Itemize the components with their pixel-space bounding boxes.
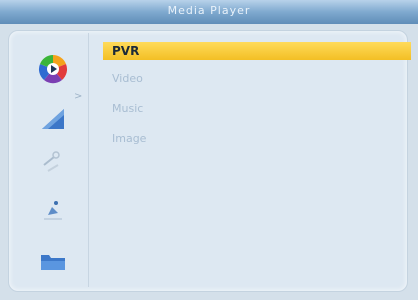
title-bar: Media Player (0, 0, 418, 24)
media-player-icon[interactable] (38, 54, 68, 84)
menu-item-label: Music (112, 102, 144, 115)
tools-icon[interactable] (38, 145, 68, 175)
picture-settings-icon[interactable] (38, 103, 68, 133)
menu-item-label: Video (112, 72, 143, 85)
satellite-icon[interactable] (38, 193, 68, 223)
menu-item-image[interactable]: Image (103, 130, 411, 148)
menu-item-label: Image (112, 132, 147, 145)
menu-item-video[interactable]: Video (103, 70, 411, 88)
menu-item-label: PVR (112, 44, 140, 58)
chevron-right-icon: > (74, 91, 83, 102)
menu-item-music[interactable]: Music (103, 100, 411, 118)
folder-icon[interactable] (38, 245, 68, 275)
window-title: Media Player (167, 4, 251, 17)
menu-item-pvr[interactable]: PVR (103, 42, 411, 60)
sidebar: > (10, 33, 89, 287)
